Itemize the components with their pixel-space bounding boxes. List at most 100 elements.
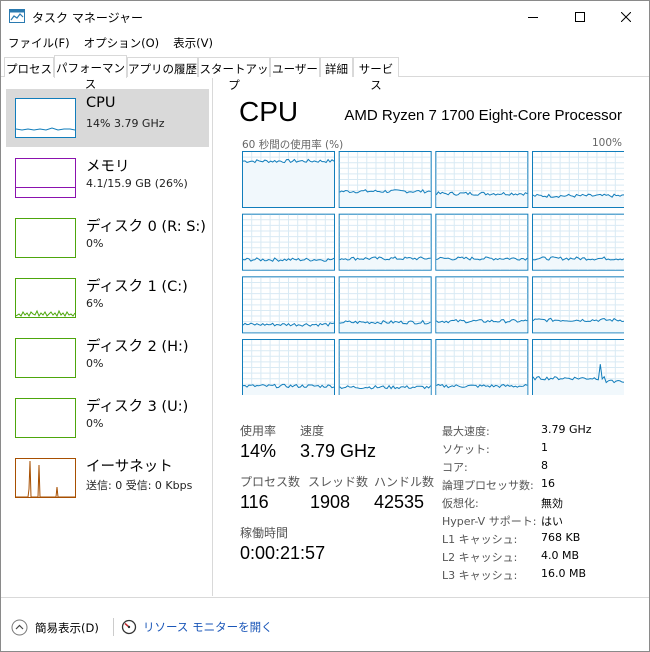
sidebar-memory-name: メモリ	[86, 159, 130, 175]
menu-view[interactable]: 表示(V)	[166, 32, 220, 53]
sidebar-item-disk2[interactable]: ディスク 2 (H:) 0%	[6, 329, 209, 387]
processes-label: プロセス数	[240, 475, 301, 489]
info-logical-processors-label: 論理プロセッサ数:	[442, 479, 534, 492]
tab-strip: プロセス パフォーマンス アプリの履歴 スタートアップ ユーザー 詳細 サービス	[1, 55, 649, 92]
sidebar-item-ethernet[interactable]: イーサネット 送信: 0 受信: 0 Kbps	[6, 449, 209, 507]
logical-processor-graph	[242, 276, 335, 334]
sidebar-ethernet-sub: 送信: 0 受信: 0 Kbps	[86, 479, 193, 492]
sidebar-disk2-sub: 0%	[86, 357, 104, 370]
menu-file[interactable]: ファイル(F)	[1, 32, 77, 53]
menu-options[interactable]: オプション(O)	[77, 32, 167, 53]
disk2-thumbnail-graph	[15, 338, 76, 378]
logical-processor-graph	[338, 339, 432, 395]
sidebar-item-cpu[interactable]: CPU 14% 3.79 GHz	[6, 89, 209, 147]
cpu-thumbnail-graph	[15, 98, 76, 138]
close-button[interactable]	[603, 1, 649, 32]
sidebar-item-disk0[interactable]: ディスク 0 (R: S:) 0%	[6, 209, 209, 267]
info-max-speed-label: 最大速度:	[442, 425, 490, 438]
tab-users[interactable]: ユーザー	[270, 57, 320, 77]
tab-performance[interactable]: パフォーマンス	[54, 55, 127, 91]
sidebar-cpu-sub: 14% 3.79 GHz	[86, 117, 165, 130]
uptime-value: 0:00:21:57	[240, 543, 326, 563]
logical-processor-graph	[338, 276, 432, 334]
logical-processor-graph	[532, 151, 624, 208]
page-title: CPU	[239, 96, 299, 127]
minimize-button[interactable]	[510, 1, 556, 32]
speed-label: 速度	[300, 424, 325, 438]
sidebar-cpu-name: CPU	[86, 95, 116, 111]
info-l3-cache-label: L3 キャッシュ:	[442, 569, 518, 582]
memory-thumbnail-line	[16, 187, 75, 188]
cpu-model-name: AMD Ryzen 7 1700 Eight-Core Processor	[344, 107, 622, 124]
fewer-details-button[interactable]: 簡易表示(D)	[11, 619, 99, 636]
sidebar-disk1-sub: 6%	[86, 297, 104, 310]
info-sockets-label: ソケット:	[442, 443, 490, 456]
info-logical-processors-value: 16	[541, 477, 555, 490]
tab-details[interactable]: 詳細	[320, 57, 353, 77]
logical-processor-graph	[532, 213, 624, 271]
sidebar-disk0-name: ディスク 0 (R: S:)	[86, 219, 206, 235]
logical-processor-graph	[532, 276, 624, 334]
disk1-thumbnail-graph	[15, 278, 76, 318]
info-max-speed-value: 3.79 GHz	[541, 423, 592, 436]
logical-processor-graph-grid	[242, 151, 624, 395]
cpu-detail-panel: CPU AMD Ryzen 7 1700 Eight-Core Processo…	[214, 78, 649, 596]
title-bar[interactable]: タスク マネージャー	[1, 1, 649, 32]
info-virtualization-value: 無効	[541, 497, 563, 510]
logical-processor-graph	[338, 151, 432, 208]
logical-processor-graph	[242, 151, 335, 208]
maximize-icon	[575, 11, 585, 22]
sidebar-item-disk1[interactable]: ディスク 1 (C:) 6%	[6, 269, 209, 327]
usage-area	[339, 189, 431, 207]
disk0-thumbnail-graph	[15, 218, 76, 258]
sidebar-disk3-sub: 0%	[86, 417, 104, 430]
task-manager-window: タスク マネージャー ファイル(F) オプション(O) 表示(V) プロセス パ…	[0, 0, 650, 652]
info-hyperv-value: はい	[541, 515, 563, 528]
info-cores-value: 8	[541, 459, 548, 472]
info-l1-cache-value: 768 KB	[541, 531, 581, 544]
sidebar-item-memory[interactable]: メモリ 4.1/15.9 GB (26%)	[6, 149, 209, 207]
open-resource-monitor-link[interactable]: リソース モニターを開く	[121, 619, 273, 635]
graph-caption: 60 秒間の使用率 (%)	[242, 139, 344, 151]
disk3-thumbnail-graph	[15, 398, 76, 438]
memory-thumbnail-graph	[15, 158, 76, 198]
menu-bar: ファイル(F) オプション(O) 表示(V)	[1, 32, 649, 53]
info-l3-cache-value: 16.0 MB	[541, 567, 587, 580]
sidebar-ethernet-name: イーサネット	[86, 459, 173, 475]
logical-processor-graph	[242, 339, 335, 395]
tab-app-history[interactable]: アプリの履歴	[127, 57, 198, 77]
footer-separator	[113, 618, 114, 636]
maximize-button[interactable]	[557, 1, 603, 32]
logical-processor-graph	[435, 213, 529, 271]
usage-label: 使用率	[240, 424, 277, 438]
handles-label: ハンドル数	[374, 475, 435, 489]
fewer-details-label: 簡易表示(D)	[35, 620, 99, 635]
info-l2-cache-value: 4.0 MB	[541, 549, 580, 562]
processes-value: 116	[240, 492, 269, 512]
sidebar-item-disk3[interactable]: ディスク 3 (U:) 0%	[6, 389, 209, 447]
ethernet-thumbnail-graph	[15, 458, 76, 498]
logical-processor-graph	[435, 276, 529, 334]
logical-processor-graph	[435, 151, 529, 208]
tab-startup[interactable]: スタートアップ	[198, 57, 270, 92]
sidebar-disk0-sub: 0%	[86, 237, 104, 250]
sidebar-disk1-name: ディスク 1 (C:)	[86, 279, 188, 295]
speed-value: 3.79 GHz	[300, 441, 377, 461]
info-hyperv-label: Hyper-V サポート:	[442, 515, 537, 528]
info-l1-cache-label: L1 キャッシュ:	[442, 533, 518, 546]
uptime-label: 稼働時間	[240, 526, 289, 540]
logical-processor-graphs	[242, 151, 624, 395]
logical-processor-graph	[338, 213, 432, 271]
cpu-thumbnail-line	[16, 127, 75, 131]
info-l2-cache-label: L2 キャッシュ:	[442, 551, 518, 564]
tab-services[interactable]: サービス	[353, 57, 399, 92]
tab-processes[interactable]: プロセス	[4, 57, 54, 77]
threads-label: スレッド数	[308, 475, 369, 489]
logical-processor-graph	[242, 213, 335, 271]
usage-value: 14%	[240, 441, 277, 461]
footer-bar: 簡易表示(D) リソース モニターを開く	[1, 597, 649, 651]
resource-sidebar: CPU 14% 3.79 GHz メモリ 4.1/15.9 GB (26%) デ…	[1, 78, 213, 596]
threads-value: 1908	[310, 492, 351, 512]
window-title: タスク マネージャー	[32, 11, 143, 25]
sidebar-disk3-name: ディスク 3 (U:)	[86, 399, 189, 415]
